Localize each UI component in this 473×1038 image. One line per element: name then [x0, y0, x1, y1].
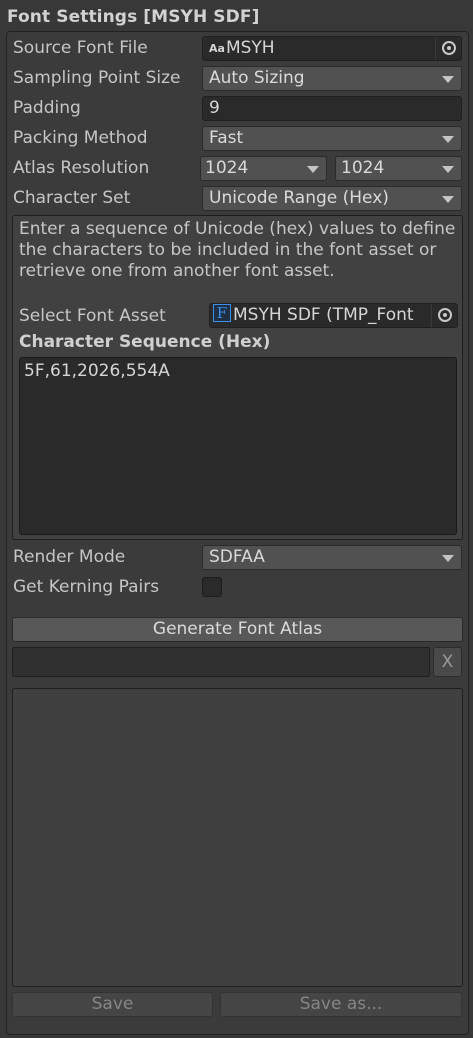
chevron-down-icon — [442, 196, 454, 203]
cancel-generation-button[interactable]: X — [433, 647, 462, 677]
chevron-down-icon — [442, 555, 454, 562]
character-sequence-textarea[interactable]: 5F,61,2026,554A — [19, 357, 457, 535]
generation-output-area — [12, 688, 463, 987]
packing-value: Fast — [209, 128, 244, 148]
select-font-asset-label: Select Font Asset — [19, 306, 166, 326]
kerning-label: Get Kerning Pairs — [13, 577, 160, 597]
generate-font-atlas-button[interactable]: Generate Font Atlas — [12, 617, 463, 642]
atlas-height-dropdown[interactable]: 1024 — [335, 156, 462, 181]
target-icon-dot — [443, 313, 447, 317]
atlas-label: Atlas Resolution — [13, 158, 150, 178]
packing-label: Packing Method — [13, 128, 148, 148]
kerning-checkbox[interactable] — [202, 577, 222, 597]
padding-label: Padding — [13, 98, 81, 118]
atlas-width-dropdown[interactable]: 1024 — [200, 156, 327, 181]
font-asset-icon: Aa — [209, 42, 225, 55]
atlas-height-value: 1024 — [341, 158, 385, 178]
charset-dropdown[interactable]: Unicode Range (Hex) — [202, 186, 462, 211]
save-button[interactable]: Save — [12, 992, 213, 1017]
render-mode-label: Render Mode — [13, 547, 126, 567]
chevron-down-icon — [442, 166, 454, 173]
object-picker-button[interactable] — [431, 304, 457, 327]
sampling-label: Sampling Point Size — [13, 68, 181, 88]
object-picker-button[interactable] — [435, 37, 461, 60]
charset-label: Character Set — [13, 188, 131, 208]
chevron-down-icon — [442, 76, 454, 83]
packing-dropdown[interactable]: Fast — [202, 126, 462, 151]
padding-input[interactable]: 9 — [202, 96, 462, 121]
charset-help-text: Enter a sequence of Unicode (hex) values… — [19, 219, 456, 281]
render-mode-value: SDFAA — [209, 547, 265, 567]
target-icon-dot — [447, 46, 451, 50]
tmp-font-asset-icon: F — [213, 304, 231, 322]
padding-value: 9 — [209, 98, 220, 118]
generation-progress-bar — [12, 647, 430, 677]
save-as-button[interactable]: Save as... — [220, 992, 462, 1017]
chevron-down-icon — [442, 136, 454, 143]
charset-help-box: Enter a sequence of Unicode (hex) values… — [12, 215, 463, 540]
chevron-down-icon — [307, 166, 319, 173]
font-asset-value: MSYH SDF (TMP_Font — [233, 305, 414, 325]
source-font-label: Source Font File — [13, 38, 148, 58]
character-sequence-title: Character Sequence (Hex) — [19, 332, 271, 352]
source-font-field[interactable]: AaMSYH — [202, 36, 462, 61]
font-asset-field[interactable]: F MSYH SDF (TMP_Font — [209, 303, 458, 328]
section-title: Font Settings [MSYH SDF] — [7, 7, 260, 27]
render-mode-dropdown[interactable]: SDFAA — [202, 545, 462, 570]
sampling-value: Auto Sizing — [209, 68, 305, 88]
source-font-value: MSYH — [225, 38, 275, 58]
atlas-width-value: 1024 — [205, 158, 249, 178]
charset-value: Unicode Range (Hex) — [209, 188, 389, 208]
sampling-dropdown[interactable]: Auto Sizing — [202, 66, 462, 91]
